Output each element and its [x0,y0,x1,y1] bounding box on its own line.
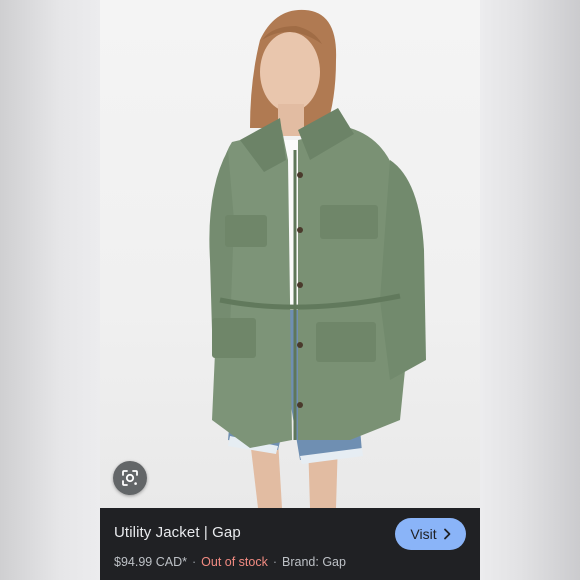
visit-button[interactable]: Visit [395,518,466,550]
visit-button-label: Visit [410,526,437,542]
product-brand: Brand: Gap [282,555,346,569]
chevron-right-icon [443,528,450,540]
lens-search-icon [122,470,138,486]
product-price: $94.99 CAD* [114,555,187,569]
product-illustration [209,9,426,508]
meta-separator: · [272,555,278,569]
blurred-background-left [0,0,100,580]
blurred-background-right [480,0,580,580]
product-image[interactable] [100,0,480,508]
meta-separator: · [191,555,197,569]
lens-search-button[interactable] [113,461,147,495]
product-info-panel: Utility Jacket | Gap $94.99 CAD* · Out of … [100,508,480,580]
product-meta: $94.99 CAD* · Out of stock · Brand: Gap [114,555,346,569]
product-title[interactable]: Utility Jacket | Gap [114,524,241,541]
stock-status: Out of stock [201,555,268,569]
